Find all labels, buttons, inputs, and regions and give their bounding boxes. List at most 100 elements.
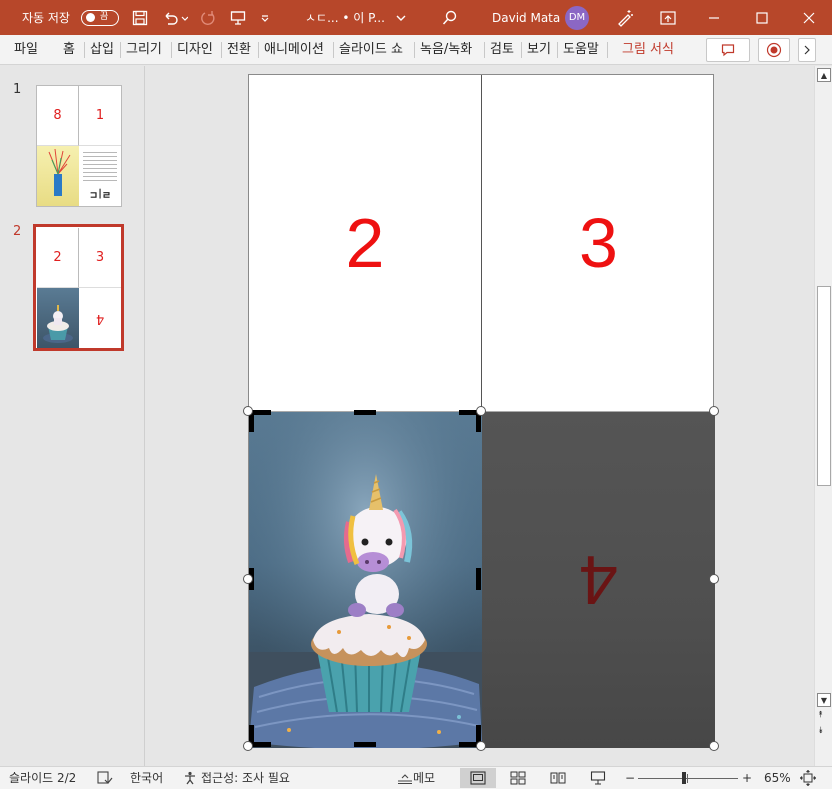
search-icon[interactable]: [440, 0, 460, 35]
slideshow-icon: [590, 771, 606, 785]
current-slide[interactable]: 2 3 4: [243, 74, 719, 751]
unicorn-cupcake-image[interactable]: [249, 412, 482, 748]
selection-handle[interactable]: [709, 741, 719, 751]
record-button[interactable]: [758, 38, 790, 62]
slide-sorter-icon: [510, 771, 526, 785]
minimize-icon[interactable]: [700, 0, 728, 35]
autosave-toggle[interactable]: 끔: [81, 0, 119, 35]
thumb2-image: [37, 288, 79, 348]
slide-thumbnail-2[interactable]: 2 3 4: [33, 224, 124, 351]
title-chevron-down-icon[interactable]: [394, 0, 408, 35]
tab-home[interactable]: 홈: [63, 35, 75, 65]
accessibility-icon[interactable]: [183, 767, 197, 789]
thumb2-q4: 4: [79, 288, 121, 348]
thumb2-q1: 2: [37, 228, 79, 288]
thumb1-q4-text: ㄹ|ㄷ: [88, 188, 112, 199]
autosave-state: 끔: [100, 11, 109, 22]
avatar[interactable]: DM: [565, 0, 589, 35]
tab-transitions[interactable]: 전환: [227, 35, 251, 65]
notes-label: 메모: [413, 771, 436, 785]
cell-number-3: 3: [579, 204, 618, 282]
zoom-slider-track[interactable]: [638, 778, 738, 779]
zoom-slider-center-tick: [687, 774, 688, 783]
tab-file[interactable]: 파일: [14, 35, 38, 65]
tab-view[interactable]: 보기: [527, 35, 551, 65]
slideshow-view-button[interactable]: [580, 768, 616, 788]
redo-icon[interactable]: [198, 0, 218, 35]
tab-draw[interactable]: 그리기: [126, 35, 162, 65]
tab-picture-format[interactable]: 그림 서식: [622, 35, 674, 65]
selection-handle[interactable]: [476, 741, 486, 751]
crop-handle-bottom[interactable]: [354, 742, 376, 747]
dark-placeholder-cell[interactable]: 4: [482, 412, 715, 748]
selection-handle[interactable]: [243, 406, 253, 416]
document-title[interactable]: ㅅㄷ... • 이 P...: [305, 0, 385, 35]
zoom-out-button[interactable]: −: [625, 767, 635, 789]
fit-to-window-icon[interactable]: [800, 767, 816, 789]
spellcheck-icon[interactable]: [97, 767, 113, 789]
save-icon[interactable]: [130, 0, 150, 35]
thumb2-q4-text: 4: [95, 310, 105, 326]
slide-sorter-button[interactable]: [500, 768, 536, 788]
tab-animations[interactable]: 애니메이션: [264, 35, 324, 65]
cell-top-right[interactable]: 3: [482, 75, 715, 411]
tab-record[interactable]: 녹음/녹화: [420, 35, 472, 65]
thumbnail-number: 1: [13, 82, 22, 97]
tab-separator: [484, 42, 485, 58]
vertical-scrollbar[interactable]: ▲ ▼ ⯭ ⯯: [814, 66, 832, 766]
avatar-initials: DM: [565, 5, 589, 30]
tab-separator: [607, 42, 608, 58]
slide-indicator[interactable]: 슬라이드 2/2: [9, 767, 76, 789]
normal-view-button[interactable]: [460, 768, 496, 788]
zoom-in-button[interactable]: +: [742, 767, 752, 789]
close-icon[interactable]: [795, 0, 823, 35]
cell-top-left[interactable]: 2: [249, 75, 481, 411]
scroll-down-button[interactable]: ▼: [817, 693, 831, 707]
tab-separator: [258, 42, 259, 58]
designer-wand-icon[interactable]: [614, 0, 636, 35]
comment-icon: [721, 44, 735, 57]
tab-slideshow[interactable]: 슬라이드 쇼: [339, 35, 403, 65]
crop-handle-top[interactable]: [354, 410, 376, 415]
customize-qat-icon[interactable]: [258, 0, 272, 35]
undo-icon[interactable]: [160, 0, 190, 35]
selection-handle[interactable]: [476, 406, 486, 416]
tab-separator: [414, 42, 415, 58]
status-bar: 슬라이드 2/2 한국어 접근성: 조사 필요 메모 − + 65%: [0, 766, 832, 789]
zoom-level[interactable]: 65%: [764, 767, 791, 789]
ribbon-display-icon[interactable]: [656, 0, 680, 35]
ribbon-scroll-right-button[interactable]: [798, 38, 816, 62]
thumb1-q4: ㄹ|ㄷ: [79, 146, 121, 206]
selection-handle[interactable]: [709, 406, 719, 416]
thumbnail-number-active: 2: [13, 224, 22, 239]
scrollbar-thumb[interactable]: [817, 286, 831, 486]
selection-handle[interactable]: [709, 574, 719, 584]
previous-slide-icon[interactable]: ⯭: [818, 711, 823, 720]
slide-thumbnail-1[interactable]: 8 1 ㄹ|ㄷ: [36, 85, 122, 207]
reading-view-icon: [550, 772, 566, 784]
tab-insert[interactable]: 삽입: [90, 35, 114, 65]
selection-handle[interactable]: [243, 574, 253, 584]
tab-help[interactable]: 도움말: [563, 35, 599, 65]
reading-view-button[interactable]: [540, 768, 576, 788]
present-icon[interactable]: [228, 0, 248, 35]
slide-editing-canvas: 2 3 4: [146, 66, 814, 766]
tab-separator: [333, 42, 334, 58]
language-indicator[interactable]: 한국어: [130, 767, 163, 789]
accessibility-status[interactable]: 접근성: 조사 필요: [201, 767, 290, 789]
selection-handle[interactable]: [243, 741, 253, 751]
crop-handle-right[interactable]: [476, 568, 481, 590]
maximize-icon[interactable]: [748, 0, 776, 35]
autosave-label: 자동 저장: [22, 11, 70, 25]
zoom-slider-thumb[interactable]: [682, 772, 686, 784]
tab-separator: [84, 42, 85, 58]
tab-design[interactable]: 디자인: [177, 35, 213, 65]
record-icon: [766, 42, 782, 58]
comments-button[interactable]: [706, 38, 750, 62]
user-name[interactable]: David Mata: [492, 0, 560, 35]
notes-button[interactable]: 메모: [397, 767, 435, 789]
tab-review[interactable]: 검토: [490, 35, 514, 65]
next-slide-icon[interactable]: ⯯: [818, 727, 823, 736]
tab-separator: [171, 42, 172, 58]
scroll-up-button[interactable]: ▲: [817, 68, 831, 82]
